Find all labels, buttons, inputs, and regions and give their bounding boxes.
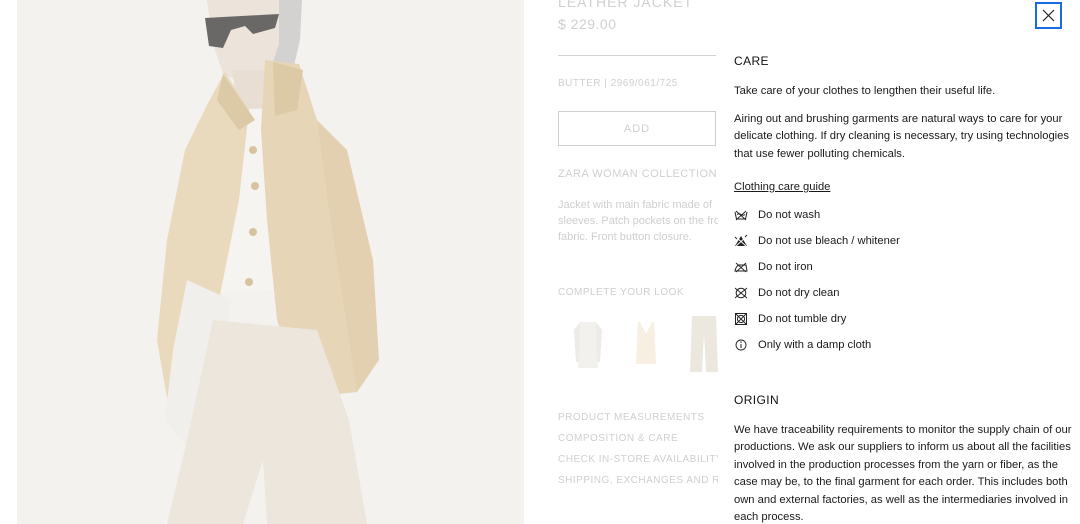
origin-body-line: own and external factories, as well as t… [734, 493, 1068, 506]
product-info: LEATHER JACKET $ 229.00 BUTTER | 2969/06… [558, 0, 718, 524]
product-links: PRODUCT MEASUREMENTS COMPOSITION & CARE … [558, 412, 718, 496]
product-price: $ 229.00 [558, 16, 617, 32]
look-item-top[interactable] [568, 312, 608, 374]
care-instruction-row: Do not wash [734, 206, 820, 224]
no-tumble-dry-icon [734, 312, 748, 326]
product-title: LEATHER JACKET [558, 0, 694, 10]
store-availability-link[interactable]: CHECK IN-STORE AVAILABILITY [558, 454, 718, 475]
complete-look-label: COMPLETE YOUR LOOK [558, 287, 685, 298]
add-to-bag-button[interactable]: ADD [558, 111, 716, 146]
close-icon [1042, 9, 1055, 22]
care-instruction-label: Do not wash [758, 209, 821, 221]
shipping-link[interactable]: SHIPPING, EXCHANGES AND RETU [558, 475, 718, 496]
care-instruction-label: Do not use bleach / whitener [758, 235, 900, 247]
care-intro: Take care of your clothes to lengthen th… [734, 85, 996, 97]
origin-body-line: We have traceability requirements to mon… [734, 424, 1072, 436]
origin-body-line: case may be, to the final garment for ea… [734, 476, 1068, 489]
care-body-line: delicate clothing. If dry cleaning is ne… [734, 130, 1069, 143]
no-iron-icon [734, 260, 748, 274]
care-body-line: that use fewer polluting chemicals. [734, 147, 906, 160]
care-body: Airing out and brushing garments are nat… [734, 111, 1074, 163]
description-line: sleeves. Patch pockets on the fro [558, 215, 718, 227]
close-button[interactable] [1035, 2, 1062, 29]
look-item-camisole[interactable] [626, 312, 666, 374]
care-instruction-row: Do not tumble dry [734, 310, 846, 328]
care-heading: CARE [734, 54, 769, 68]
product-image [17, 0, 524, 524]
collection-label: ZARA WOMAN COLLECTION [558, 168, 718, 180]
description-line: Jacket with main fabric made of [558, 199, 713, 211]
product-description: Jacket with main fabric made of sleeves.… [558, 197, 718, 245]
origin-body-line: productions. We ask our suppliers to inf… [734, 441, 1071, 454]
product-reference: BUTTER | 2969/061/725 [558, 78, 678, 89]
care-instruction-row: Do not dry clean [734, 284, 839, 302]
origin-body: We have traceability requirements to mon… [734, 422, 1074, 524]
no-bleach-icon [734, 234, 748, 248]
care-guide-link[interactable]: Clothing care guide [734, 181, 830, 193]
origin-body-line: involved in the production processes fro… [734, 458, 1058, 471]
care-body-line: Airing out and brushing garments are nat… [734, 113, 1063, 125]
care-instruction-label: Do not tumble dry [758, 313, 847, 325]
care-instruction-row: Do not use bleach / whitener [734, 232, 900, 250]
care-instruction-label: Do not iron [758, 261, 813, 273]
care-instruction-row: Do not iron [734, 258, 813, 276]
no-dry-clean-icon [734, 286, 748, 300]
care-instruction-label: Only with a damp cloth [758, 339, 872, 351]
care-instruction-row: Only with a damp cloth [734, 336, 871, 354]
product-measurements-link[interactable]: PRODUCT MEASUREMENTS [558, 412, 718, 433]
info-icon [734, 338, 748, 352]
divider [558, 55, 716, 56]
description-line: fabric. Front button closure. [558, 231, 692, 243]
origin-heading: ORIGIN [734, 393, 780, 407]
look-item-trousers[interactable] [684, 312, 718, 374]
no-wash-icon [734, 208, 748, 222]
composition-care-link[interactable]: COMPOSITION & CARE [558, 433, 718, 454]
origin-body-line: each process. [734, 511, 804, 524]
care-instruction-label: Do not dry clean [758, 287, 840, 299]
